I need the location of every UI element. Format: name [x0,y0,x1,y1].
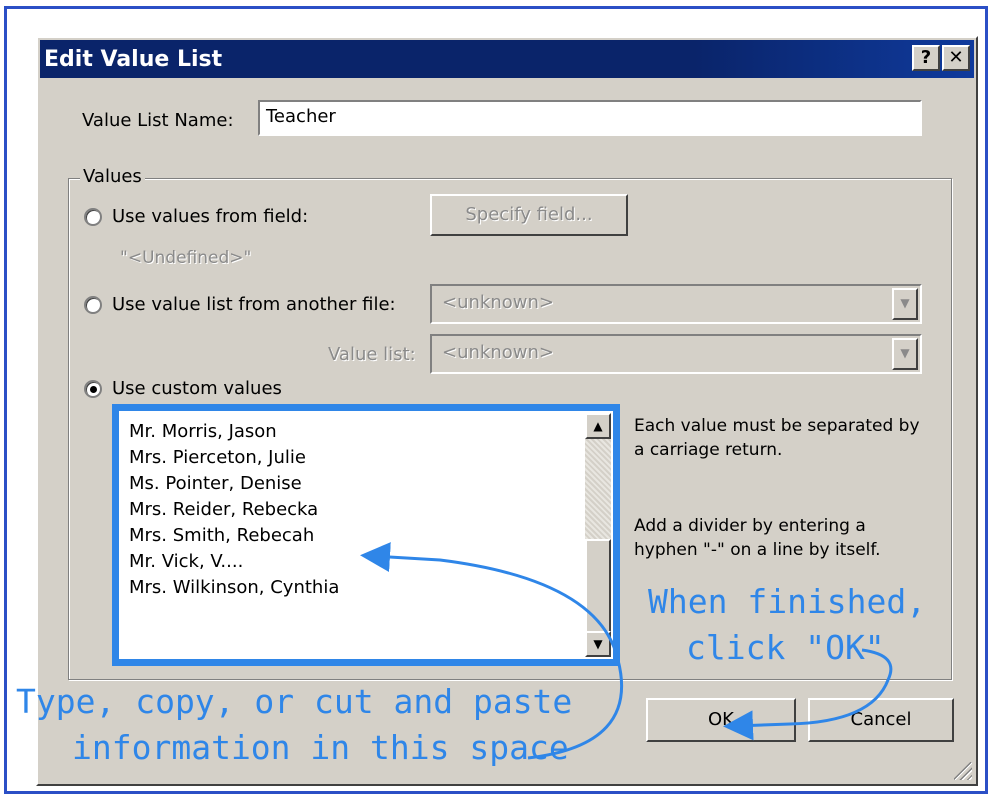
arrow-to-ok-button [723,648,893,741]
arrow-to-textarea [360,542,624,760]
annotation-arrows [360,542,893,760]
